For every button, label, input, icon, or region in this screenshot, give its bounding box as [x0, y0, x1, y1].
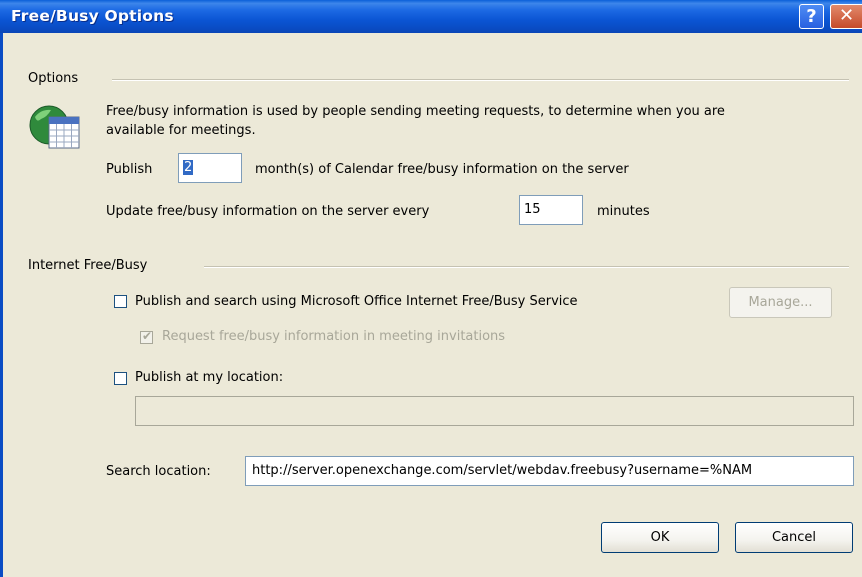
- publish-suffix-label: month(s) of Calendar free/busy informati…: [255, 162, 629, 177]
- options-description: Free/busy information is used by people …: [106, 104, 725, 138]
- publish-location-input[interactable]: [135, 396, 854, 426]
- search-location-label: Search location:: [106, 464, 211, 479]
- ms-service-checkbox[interactable]: [114, 295, 127, 308]
- calendar-globe-icon: [29, 105, 80, 149]
- publish-label: Publish: [106, 162, 153, 177]
- internet-group-label: Internet Free/Busy: [28, 258, 148, 273]
- checkmark-icon: ✔: [142, 329, 153, 343]
- publish-months-value: 2: [183, 160, 194, 175]
- request-checkbox[interactable]: ✔: [140, 329, 153, 344]
- update-minutes-input[interactable]: 15: [519, 195, 583, 225]
- ok-button[interactable]: OK: [601, 522, 719, 553]
- close-button[interactable]: ✕: [830, 4, 862, 29]
- title-bar: Free/Busy Options ? ✕: [0, 0, 862, 33]
- cancel-button[interactable]: Cancel: [735, 522, 853, 553]
- search-location-input[interactable]: http://server.openexchange.com/servlet/w…: [245, 456, 854, 486]
- publish-months-input[interactable]: 2: [178, 153, 242, 183]
- options-group-label: Options: [28, 71, 79, 86]
- update-label: Update free/busy information on the serv…: [106, 204, 430, 219]
- help-icon: ?: [806, 6, 817, 27]
- search-location-value: http://server.openexchange.com/servlet/w…: [252, 463, 753, 478]
- help-button[interactable]: ?: [799, 4, 824, 29]
- window-title: Free/Busy Options: [11, 7, 174, 25]
- publish-location-label: Publish at my location:: [135, 370, 284, 385]
- ms-service-label: Publish and search using Microsoft Offic…: [135, 294, 578, 309]
- manage-button[interactable]: Manage...: [729, 287, 832, 318]
- update-minutes-value: 15: [524, 202, 541, 217]
- internet-divider: [204, 266, 849, 268]
- request-label: Request free/busy information in meeting…: [162, 329, 506, 344]
- update-suffix-label: minutes: [597, 204, 650, 219]
- publish-location-checkbox[interactable]: [114, 372, 127, 385]
- close-icon: ✕: [838, 5, 855, 26]
- options-divider: [112, 79, 849, 81]
